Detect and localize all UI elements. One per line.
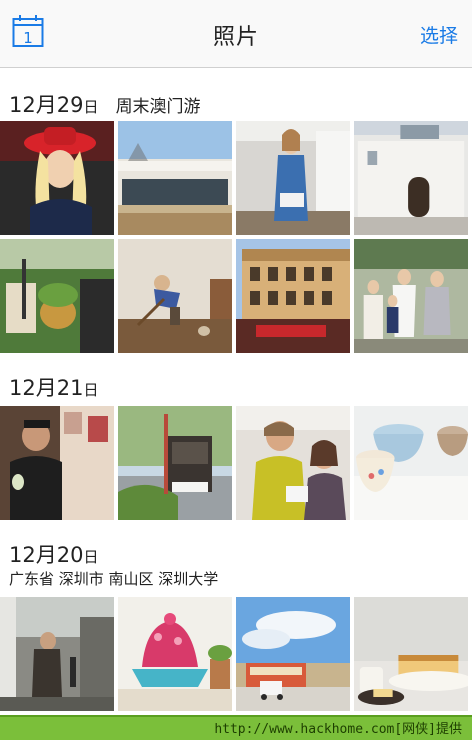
photo-thumbnail[interactable] [354,121,468,235]
photo-thumbnail[interactable] [0,239,114,353]
section-header: 12月21日 [9,372,98,402]
section-place: 周末澳门游 [115,97,201,117]
photo-thumbnail[interactable] [236,239,350,353]
section-location: 广东省 深圳市 南山区 深圳大学 [9,570,219,588]
select-button[interactable]: 选择 [420,21,458,48]
photo-thumbnail[interactable] [354,597,468,711]
photo-thumbnail[interactable] [236,406,350,520]
photo-thumbnail[interactable] [354,239,468,353]
photo-thumbnail[interactable] [236,597,350,711]
photo-thumbnail[interactable] [0,597,114,711]
photo-thumbnail[interactable] [118,406,232,520]
photo-timeline[interactable]: 12月29日 周末澳门游 12月21日 12月20日 广东省 深圳市 南山区 深… [0,69,472,715]
section-date: 12月20日 [9,543,99,567]
photo-thumbnail[interactable] [118,239,232,353]
section-date: 12月29日 [9,93,99,117]
photo-thumbnail[interactable] [354,406,468,520]
photo-thumbnail[interactable] [0,121,114,235]
section-date: 12月21日 [9,376,99,400]
section-header: 12月29日 周末澳门游 [9,89,201,119]
watermark-banner: http://www.hackhome.com[网侠]提供 [0,715,472,740]
section-header: 12月20日 [9,539,98,569]
photo-thumbnail[interactable] [236,121,350,235]
photo-thumbnail[interactable] [118,597,232,711]
photo-thumbnail[interactable] [118,121,232,235]
nav-bar: 1 照片 选择 [0,0,472,68]
photo-thumbnail[interactable] [0,406,114,520]
page-title: 照片 [212,25,259,50]
